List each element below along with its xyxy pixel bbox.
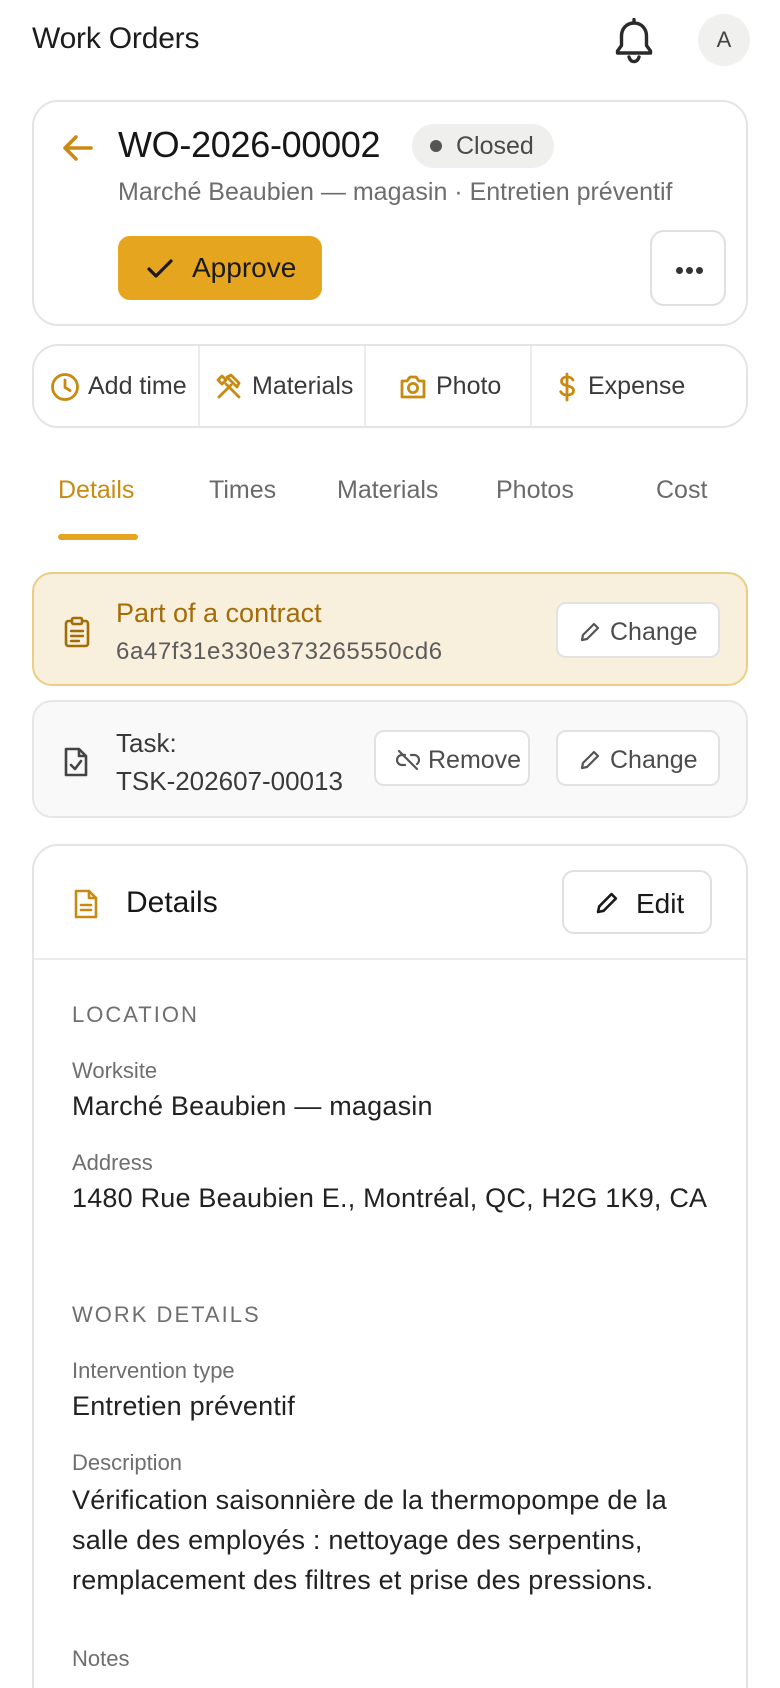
- tab-materials[interactable]: Materials: [337, 476, 438, 505]
- more-dot-icon: [676, 267, 683, 274]
- check-icon: [146, 256, 174, 280]
- photo-button[interactable]: Photo: [366, 346, 532, 426]
- status-badge-label: Closed: [456, 132, 534, 160]
- worksite-value: Marché Beaubien — magasin: [72, 1091, 433, 1121]
- contract-title: Part of a contract: [116, 598, 322, 628]
- more-dot-icon: [686, 267, 693, 274]
- notes-label: Notes: [72, 1646, 130, 1671]
- address-label: Address: [72, 1150, 153, 1175]
- tab-photos[interactable]: Photos: [496, 476, 574, 505]
- materials-label: Materials: [252, 372, 354, 400]
- work-order-header-card: WO-2026-00002 Closed Marché Beaubien — m…: [32, 100, 748, 326]
- back-arrow-icon[interactable]: [60, 130, 96, 166]
- expense-button[interactable]: Expense: [532, 346, 746, 426]
- approve-button-label: Approve: [192, 252, 297, 283]
- contract-change-button[interactable]: Change: [556, 602, 720, 658]
- task-change-button[interactable]: Change: [556, 730, 720, 786]
- more-options-button[interactable]: [650, 230, 726, 306]
- intervention-type-value: Entretien préventif: [72, 1391, 295, 1421]
- quick-actions-bar: Add time Materials Photo Expense: [32, 344, 748, 428]
- active-tab-indicator: [58, 534, 138, 540]
- contract-change-label: Change: [610, 618, 698, 646]
- file-check-icon: [62, 746, 90, 778]
- tab-details[interactable]: Details: [58, 476, 134, 505]
- bell-icon[interactable]: [612, 17, 656, 64]
- edit-details-label: Edit: [636, 888, 685, 919]
- address-value: 1480 Rue Beaubien E., Montréal, QC, H2G …: [72, 1183, 708, 1213]
- dollar-icon: [552, 372, 582, 402]
- details-card-header: Details Edit: [34, 846, 746, 960]
- task-label: Task:: [116, 728, 177, 758]
- edit-details-button[interactable]: Edit: [562, 870, 712, 934]
- work-order-number: WO-2026-00002: [118, 124, 381, 165]
- expense-label: Expense: [588, 372, 686, 400]
- tab-bar: Details Times Materials Photos Cost: [0, 460, 780, 540]
- contract-banner: Part of a contract 6a47f31e330e373265550…: [32, 572, 748, 686]
- description-label: Description: [72, 1450, 183, 1475]
- worksite-label: Worksite: [72, 1058, 158, 1083]
- document-icon: [72, 888, 100, 920]
- details-card: Details Edit LOCATION Worksite Marché Be…: [32, 844, 748, 1688]
- clock-icon: [50, 372, 80, 402]
- work-order-subtitle: Marché Beaubien — magasin · Entretien pr…: [118, 178, 673, 206]
- materials-button[interactable]: Materials: [200, 346, 366, 426]
- pencil-icon: [578, 620, 602, 644]
- task-banner: Task: TSK-202607-00013 Remove Change: [32, 700, 748, 818]
- details-title: Details: [126, 886, 218, 919]
- avatar[interactable]: A: [698, 14, 750, 66]
- tab-times[interactable]: Times: [209, 476, 276, 505]
- task-number: TSK-202607-00013: [116, 766, 343, 796]
- add-time-button[interactable]: Add time: [34, 346, 200, 426]
- status-dot-icon: [430, 140, 442, 152]
- app-title: Work Orders: [32, 22, 200, 55]
- tab-cost[interactable]: Cost: [656, 476, 707, 505]
- task-remove-button[interactable]: Remove: [374, 730, 530, 786]
- description-value: Vérification saisonnière de la thermopom…: [72, 1485, 667, 1595]
- camera-icon: [398, 372, 428, 402]
- location-heading: LOCATION: [72, 1002, 199, 1027]
- more-dot-icon: [696, 267, 703, 274]
- clipboard-icon: [62, 616, 92, 648]
- tools-icon: [214, 372, 244, 402]
- top-bar: Work Orders A: [0, 0, 780, 84]
- task-change-label: Change: [610, 746, 698, 774]
- unlink-icon: [395, 748, 421, 772]
- pencil-icon: [594, 890, 620, 916]
- intervention-type-label: Intervention type: [72, 1358, 235, 1383]
- contract-id: 6a47f31e330e373265550cd6: [116, 638, 443, 665]
- status-badge: Closed: [412, 124, 554, 168]
- approve-button[interactable]: Approve: [118, 236, 322, 300]
- work-details-heading: WORK DETAILS: [72, 1302, 261, 1327]
- add-time-label: Add time: [88, 372, 187, 400]
- task-remove-label: Remove: [428, 746, 522, 774]
- photo-label: Photo: [436, 372, 502, 400]
- pencil-icon: [578, 748, 602, 772]
